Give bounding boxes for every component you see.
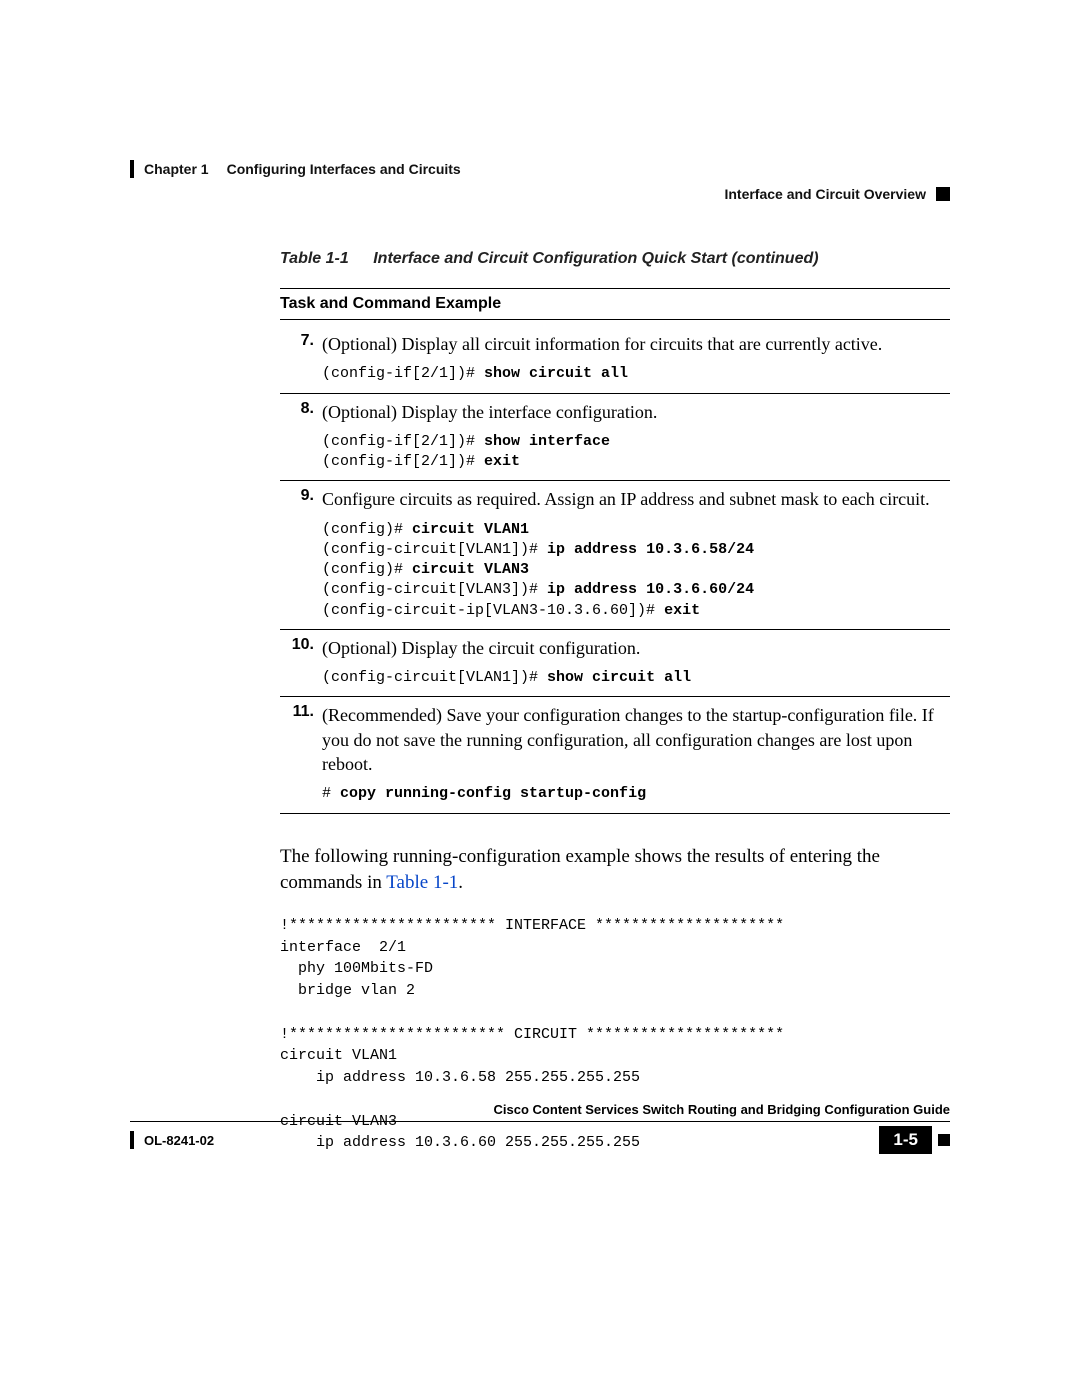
command-line: (config)# circuit VLAN3 bbox=[322, 560, 950, 580]
step-number: 7. bbox=[280, 332, 322, 385]
table-title: Interface and Circuit Configuration Quic… bbox=[373, 250, 818, 267]
step-command: (config-if[2/1])# show interface(config-… bbox=[322, 432, 950, 473]
after-paragraph: The following running-configuration exam… bbox=[280, 844, 950, 897]
command-bold: circuit VLAN1 bbox=[412, 521, 529, 538]
command-prompt: (config)# bbox=[322, 521, 412, 538]
section-square-icon bbox=[936, 187, 950, 201]
doc-id: OL-8241-02 bbox=[130, 1131, 214, 1149]
command-prompt: (config-circuit[VLAN1])# bbox=[322, 541, 547, 558]
page: Chapter 1 Configuring Interfaces and Cir… bbox=[0, 0, 1080, 1274]
header-bar-icon bbox=[130, 160, 134, 178]
table-ref-link[interactable]: Table 1-1 bbox=[386, 872, 458, 893]
table-row: 8.(Optional) Display the interface confi… bbox=[280, 394, 950, 482]
command-line: # copy running-config startup-config bbox=[322, 784, 950, 804]
doc-id-text: OL-8241-02 bbox=[144, 1133, 214, 1148]
step-text: (Optional) Display the circuit configura… bbox=[322, 636, 950, 660]
table-caption: Table 1-1 Interface and Circuit Configur… bbox=[280, 250, 950, 268]
page-square-icon bbox=[938, 1134, 950, 1146]
after-text-2: . bbox=[458, 872, 463, 893]
command-bold: copy running-config startup-config bbox=[340, 785, 646, 802]
step-number: 9. bbox=[280, 487, 322, 621]
command-bold: show circuit all bbox=[547, 669, 691, 686]
section-line: Interface and Circuit Overview bbox=[130, 186, 950, 202]
table-row: 9.Configure circuits as required. Assign… bbox=[280, 481, 950, 630]
table-label: Table 1-1 bbox=[280, 250, 349, 267]
chapter-label: Chapter 1 bbox=[144, 161, 209, 177]
content: Table 1-1 Interface and Circuit Configur… bbox=[280, 250, 950, 1154]
footer-rule bbox=[130, 1121, 950, 1122]
command-line: (config-if[2/1])# exit bbox=[322, 452, 950, 472]
after-text-1: The following running-configuration exam… bbox=[280, 846, 880, 894]
command-bold: ip address 10.3.6.58/24 bbox=[547, 541, 754, 558]
step-command: (config)# circuit VLAN1(config-circuit[V… bbox=[322, 520, 950, 621]
step-command: (config-if[2/1])# show circuit all bbox=[322, 364, 950, 384]
step-number: 10. bbox=[280, 636, 322, 689]
command-prompt: (config-circuit[VLAN3])# bbox=[322, 581, 547, 598]
table-row: 11.(Recommended) Save your configuration… bbox=[280, 697, 950, 813]
command-bold: exit bbox=[664, 602, 700, 619]
command-bold: circuit VLAN3 bbox=[412, 561, 529, 578]
step-number: 11. bbox=[280, 703, 322, 804]
step-command: (config-circuit[VLAN1])# show circuit al… bbox=[322, 668, 950, 688]
command-line: (config-circuit[VLAN1])# ip address 10.3… bbox=[322, 540, 950, 560]
command-line: (config-circuit[VLAN1])# show circuit al… bbox=[322, 668, 950, 688]
command-prompt: # bbox=[322, 785, 340, 802]
table-row: 10.(Optional) Display the circuit config… bbox=[280, 630, 950, 698]
command-line: (config-circuit-ip[VLAN3-10.3.6.60])# ex… bbox=[322, 601, 950, 621]
guide-title: Cisco Content Services Switch Routing an… bbox=[130, 1102, 950, 1121]
page-number: 1-5 bbox=[879, 1126, 932, 1154]
step-text: (Recommended) Save your configuration ch… bbox=[322, 703, 950, 776]
command-bold: show interface bbox=[484, 433, 610, 450]
page-header: Chapter 1 Configuring Interfaces and Cir… bbox=[130, 160, 950, 202]
step-desc: (Recommended) Save your configuration ch… bbox=[322, 703, 950, 804]
command-prompt: (config-if[2/1])# bbox=[322, 453, 484, 470]
table-row: 7.(Optional) Display all circuit informa… bbox=[280, 326, 950, 394]
step-desc: (Optional) Display all circuit informati… bbox=[322, 332, 950, 385]
page-number-badge: 1-5 bbox=[879, 1126, 950, 1154]
step-text: Configure circuits as required. Assign a… bbox=[322, 487, 950, 511]
step-command: # copy running-config startup-config bbox=[322, 784, 950, 804]
step-desc: (Optional) Display the circuit configura… bbox=[322, 636, 950, 689]
command-bold: exit bbox=[484, 453, 520, 470]
command-line: (config-if[2/1])# show interface bbox=[322, 432, 950, 452]
step-text: (Optional) Display the interface configu… bbox=[322, 400, 950, 424]
footer-bar-icon bbox=[130, 1131, 134, 1149]
command-prompt: (config)# bbox=[322, 561, 412, 578]
command-line: (config-circuit[VLAN3])# ip address 10.3… bbox=[322, 580, 950, 600]
chapter-title: Configuring Interfaces and Circuits bbox=[227, 161, 461, 177]
command-line: (config)# circuit VLAN1 bbox=[322, 520, 950, 540]
section-title: Interface and Circuit Overview bbox=[724, 186, 926, 202]
chapter-line: Chapter 1 Configuring Interfaces and Cir… bbox=[130, 160, 950, 178]
step-desc: Configure circuits as required. Assign a… bbox=[322, 487, 950, 621]
command-prompt: (config-if[2/1])# bbox=[322, 433, 484, 450]
table-body: 7.(Optional) Display all circuit informa… bbox=[280, 326, 950, 814]
table-column-header: Task and Command Example bbox=[280, 288, 950, 320]
command-bold: ip address 10.3.6.60/24 bbox=[547, 581, 754, 598]
command-prompt: (config-circuit-ip[VLAN3-10.3.6.60])# bbox=[322, 602, 664, 619]
command-prompt: (config-circuit[VLAN1])# bbox=[322, 669, 547, 686]
command-line: (config-if[2/1])# show circuit all bbox=[322, 364, 950, 384]
step-desc: (Optional) Display the interface configu… bbox=[322, 400, 950, 473]
command-bold: show circuit all bbox=[484, 365, 628, 382]
step-text: (Optional) Display all circuit informati… bbox=[322, 332, 950, 356]
step-number: 8. bbox=[280, 400, 322, 473]
page-footer: Cisco Content Services Switch Routing an… bbox=[130, 1102, 950, 1154]
command-prompt: (config-if[2/1])# bbox=[322, 365, 484, 382]
